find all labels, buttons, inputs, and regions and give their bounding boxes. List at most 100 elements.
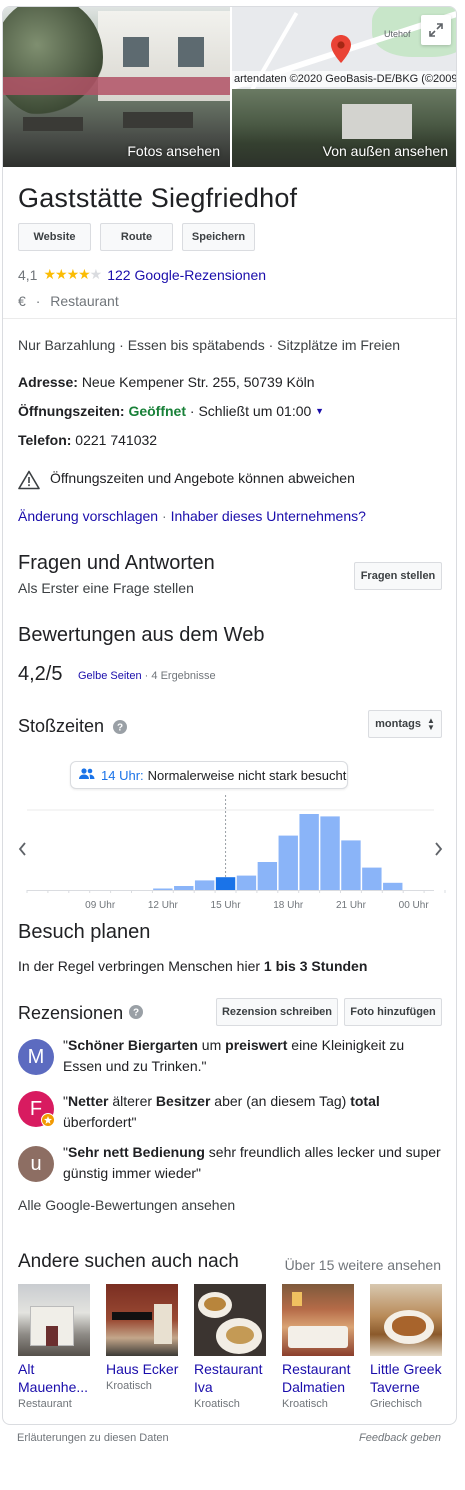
review-item: "Sehr nett Bedienung sehr freundlich all… [63, 1142, 443, 1184]
chevron-down-icon[interactable]: ▼ [315, 406, 324, 416]
edit-row: Änderung vorschlagen · Inhaber dieses Un… [18, 508, 366, 524]
review-highlight: preiswert [225, 1037, 288, 1053]
visit-prefix: In der Regel verbringen Menschen hier [18, 958, 264, 974]
place-name: Gaststätte Siegfriedhof [18, 183, 298, 213]
chart-tick-label: 09 Uhr [85, 900, 116, 911]
save-button[interactable]: Speichern [182, 223, 255, 251]
category-row: € · Restaurant [18, 293, 119, 309]
svg-text:?: ? [117, 723, 123, 734]
suggestion-name[interactable]: Restaurant Iva [194, 1360, 270, 1396]
outside-image[interactable]: Von außen ansehen [232, 89, 456, 167]
web-rating-source-row: Gelbe Seiten · 4 Ergebnisse [78, 670, 216, 682]
suggestion-name[interactable]: Haus Ecker [106, 1360, 182, 1378]
web-rating-source[interactable]: Gelbe Seiten [78, 670, 142, 682]
help-icon[interactable]: ? [129, 1005, 143, 1024]
chart-bar [320, 816, 340, 890]
review-highlight: Schöner Biergarten [67, 1037, 198, 1053]
popular-times-chart: 09 Uhr 12 Uhr 15 Uhr 18 Uhr 21 Uhr 00 Uhr [3, 787, 456, 917]
chart-tick-label: 12 Uhr [148, 900, 179, 911]
popular-times-title: Stoßzeiten [18, 716, 105, 736]
address-row: Adresse: Neue Kempener Str. 255, 50739 K… [18, 374, 315, 390]
tooltip-text: Normalerweise nicht stark besucht [147, 767, 347, 783]
visit-title: Besuch planen [18, 921, 151, 943]
review-highlight: total [350, 1093, 380, 1109]
suggest-edit-link[interactable]: Änderung vorschlagen [18, 508, 158, 524]
ask-question-button[interactable]: Fragen stellen [354, 562, 442, 590]
sort-arrows-icon: ▲ ▼ [426, 716, 435, 732]
website-button[interactable]: Website [18, 223, 91, 251]
feedback-link[interactable]: Feedback geben [359, 1432, 441, 1444]
local-guide-badge-icon [41, 1113, 55, 1127]
reviews-link[interactable]: 122 Google-Rezensionen [107, 267, 266, 283]
separator: · [35, 293, 41, 309]
chart-bar [383, 882, 403, 890]
visit-duration: 1 bis 3 Stunden [263, 958, 368, 974]
more-link[interactable]: Über 15 weitere ansehen [285, 1257, 441, 1273]
suggestion-name[interactable]: Restaurant Dalmatien [282, 1360, 358, 1396]
day-select-value: montags [375, 718, 421, 730]
chart-tick-label: 18 Uhr [273, 900, 304, 911]
list-item[interactable]: Restaurant Iva Kroatisch [194, 1284, 270, 1410]
suggestion-name[interactable]: Alt Mauenhe... [18, 1360, 94, 1396]
knowledge-panel: Fotos ansehen Utehof artendaten ©2020 Ge… [2, 6, 457, 1425]
chart-tick-label: 21 Uhr [336, 900, 367, 911]
place-thumbnail[interactable] [18, 1284, 90, 1356]
avatar: u [18, 1146, 54, 1182]
suggestion-name[interactable]: Little Greek Taverne [370, 1360, 448, 1396]
phone-label: Telefon: [18, 432, 72, 448]
price-level: € [18, 293, 26, 309]
list-item[interactable]: Haus Ecker Kroatisch [106, 1284, 182, 1392]
photos-label[interactable]: Fotos ansehen [127, 143, 220, 159]
chart-bar [174, 886, 194, 890]
review-text: um [197, 1037, 226, 1053]
all-reviews-link[interactable]: Alle Google-Bewertungen ansehen [18, 1197, 235, 1213]
phone-value[interactable]: 0221 741032 [75, 432, 157, 448]
attributes: Nur Barzahlung · Essen bis spätabends · … [18, 337, 401, 353]
day-select[interactable]: montags ▲ ▼ [368, 710, 442, 738]
chart-bar [362, 867, 382, 890]
help-icon[interactable]: ? [113, 720, 127, 739]
popular-times-tooltip: 14 Uhr: Normalerweise nicht stark besuch… [70, 761, 348, 789]
rating-row: 4,1 ★★★★★ 122 Google-Rezensionen [18, 266, 266, 283]
map-credit: artendaten ©2020 GeoBasis-DE/BKG (©2009) [232, 71, 457, 87]
web-rating-score: 4,2/5 [18, 663, 63, 685]
review-highlight: Netter [67, 1093, 109, 1109]
write-review-button[interactable]: Rezension schreiben [216, 998, 338, 1026]
expand-map-icon[interactable] [421, 15, 451, 45]
place-thumbnail[interactable] [370, 1284, 442, 1356]
place-thumbnail[interactable] [194, 1284, 266, 1356]
chart-bar [257, 862, 278, 890]
avatar-initial: u [30, 1152, 42, 1175]
chevron-left-icon[interactable] [18, 842, 26, 856]
chevron-right-icon[interactable] [435, 842, 443, 856]
route-button[interactable]: Route [100, 223, 173, 251]
add-photo-button[interactable]: Foto hinzufügen [344, 998, 442, 1026]
chart-bar [153, 888, 173, 890]
list-item[interactable]: Little Greek Taverne Griechisch [370, 1284, 448, 1410]
chart-tick-label: 00 Uhr [399, 900, 430, 911]
phone-row: Telefon: 0221 741032 [18, 432, 157, 448]
chart-bar [341, 840, 361, 890]
hours-row[interactable]: Öffnungszeiten: Geöffnet · Schließt um 0… [18, 403, 324, 419]
qa-title: Fragen und Antworten [18, 552, 215, 574]
visit-text: In der Regel verbringen Menschen hier 1 … [18, 958, 367, 974]
popular-times-svg: 09 Uhr 12 Uhr 15 Uhr 18 Uhr 21 Uhr 00 Uhr [18, 795, 446, 911]
reviews-title: Rezensionen [18, 1003, 124, 1023]
place-thumbnail[interactable] [282, 1284, 354, 1356]
place-thumbnail[interactable] [106, 1284, 178, 1356]
address-value[interactable]: Neue Kempener Str. 255, 50739 Köln [82, 374, 315, 390]
hours-close: · Schließt um 01:00 [189, 403, 312, 419]
chart-bar [194, 880, 215, 890]
chart-tick-label: 15 Uhr [211, 900, 242, 911]
suggestion-type: Kroatisch [106, 1380, 152, 1392]
photos-image[interactable]: Fotos ansehen [3, 7, 230, 167]
list-item[interactable]: Alt Mauenhe... Restaurant [18, 1284, 94, 1410]
first-question-link[interactable]: Als Erster eine Frage stellen [18, 580, 194, 596]
review-text: überfordert" [63, 1114, 137, 1130]
explanations-link[interactable]: Erläuterungen zu diesen Daten [17, 1432, 169, 1444]
owner-link[interactable]: Inhaber dieses Unternehmens? [171, 508, 366, 524]
outside-label[interactable]: Von außen ansehen [323, 143, 448, 159]
svg-text:?: ? [133, 1008, 139, 1019]
list-item[interactable]: Restaurant Dalmatien Kroatisch [282, 1284, 358, 1410]
review-item: "Schöner Biergarten um preiswert eine Kl… [63, 1035, 443, 1077]
